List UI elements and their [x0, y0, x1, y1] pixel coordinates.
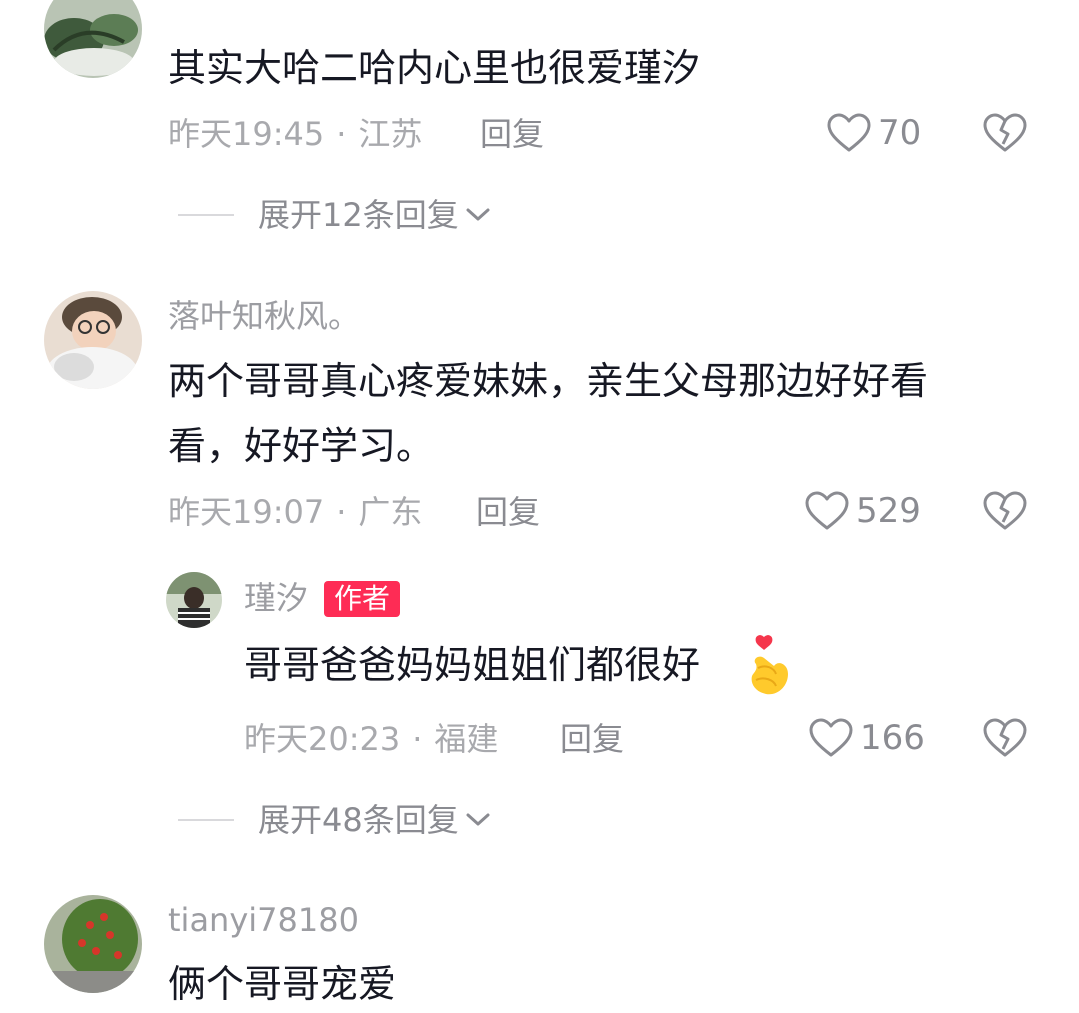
- reply-button[interactable]: 回复: [476, 492, 540, 532]
- comment-meta: 昨天20:23 · 福建: [244, 719, 498, 759]
- comment-list: 其实大哈二哈内心里也很爱瑾汐 昨天19:45 · 江苏 回复 70 展开12条回复 …: [0, 0, 1079, 1013]
- comment-time: 昨天19:07: [168, 493, 325, 531]
- comment-meta: 昨天19:45 · 江苏: [168, 114, 422, 154]
- expand-replies-button[interactable]: 展开48条回复: [178, 800, 491, 840]
- expand-label: 展开12条回复: [258, 196, 459, 234]
- like-button[interactable]: 166: [808, 717, 925, 759]
- comment-time: 昨天19:45: [168, 115, 325, 153]
- broken-heart-icon[interactable]: [982, 112, 1028, 154]
- username[interactable]: 落叶知秋风。: [168, 296, 360, 336]
- comment-meta: 昨天19:07 · 广东: [168, 492, 422, 532]
- reply-text: 哥哥爸爸妈妈姐姐们都很好: [244, 643, 701, 687]
- avatar[interactable]: [166, 572, 222, 628]
- meta-separator: ·: [336, 115, 347, 153]
- reply-button[interactable]: 回复: [560, 719, 624, 759]
- comment-text-line: 两个哥哥真心疼爱妹妹，亲生父母那边好好看: [168, 359, 929, 403]
- comment-location: 福建: [434, 720, 499, 758]
- comment-text: 其实大哈二哈内心里也很爱瑾汐: [168, 46, 701, 90]
- avatar[interactable]: [44, 0, 142, 78]
- comment-text-line: 看，好好学习。: [168, 424, 435, 468]
- like-count: 166: [860, 718, 925, 758]
- meta-separator: ·: [412, 720, 423, 758]
- divider-line: [178, 819, 234, 821]
- like-count: 529: [856, 491, 921, 531]
- expand-label: 展开48条回复: [258, 801, 459, 839]
- comment-time: 昨天20:23: [244, 720, 401, 758]
- username[interactable]: tianyi78180: [168, 900, 359, 940]
- like-button[interactable]: 70: [826, 112, 921, 154]
- chevron-down-icon: [466, 208, 490, 221]
- meta-separator: ·: [336, 493, 347, 531]
- like-button[interactable]: 529: [804, 490, 921, 532]
- comment-location: 广东: [358, 493, 423, 531]
- comment-location: 江苏: [358, 115, 423, 153]
- heart-icon: [827, 113, 871, 152]
- heart-icon: [809, 718, 853, 757]
- broken-heart-icon[interactable]: [982, 490, 1028, 532]
- avatar[interactable]: [44, 291, 142, 389]
- finger-heart-emoji: [751, 635, 788, 695]
- chevron-down-icon: [466, 813, 490, 826]
- heart-icon: [805, 491, 849, 530]
- reply-button[interactable]: 回复: [480, 114, 544, 154]
- like-count: 70: [878, 113, 922, 153]
- divider-line: [178, 214, 234, 216]
- author-badge: 作者: [324, 581, 401, 617]
- avatar[interactable]: [44, 895, 142, 993]
- username[interactable]: 瑾汐: [244, 578, 308, 618]
- expand-replies-button[interactable]: 展开12条回复: [178, 195, 491, 235]
- comment-text: 俩个哥哥宠爱: [168, 962, 397, 1006]
- broken-heart-icon[interactable]: [982, 717, 1028, 759]
